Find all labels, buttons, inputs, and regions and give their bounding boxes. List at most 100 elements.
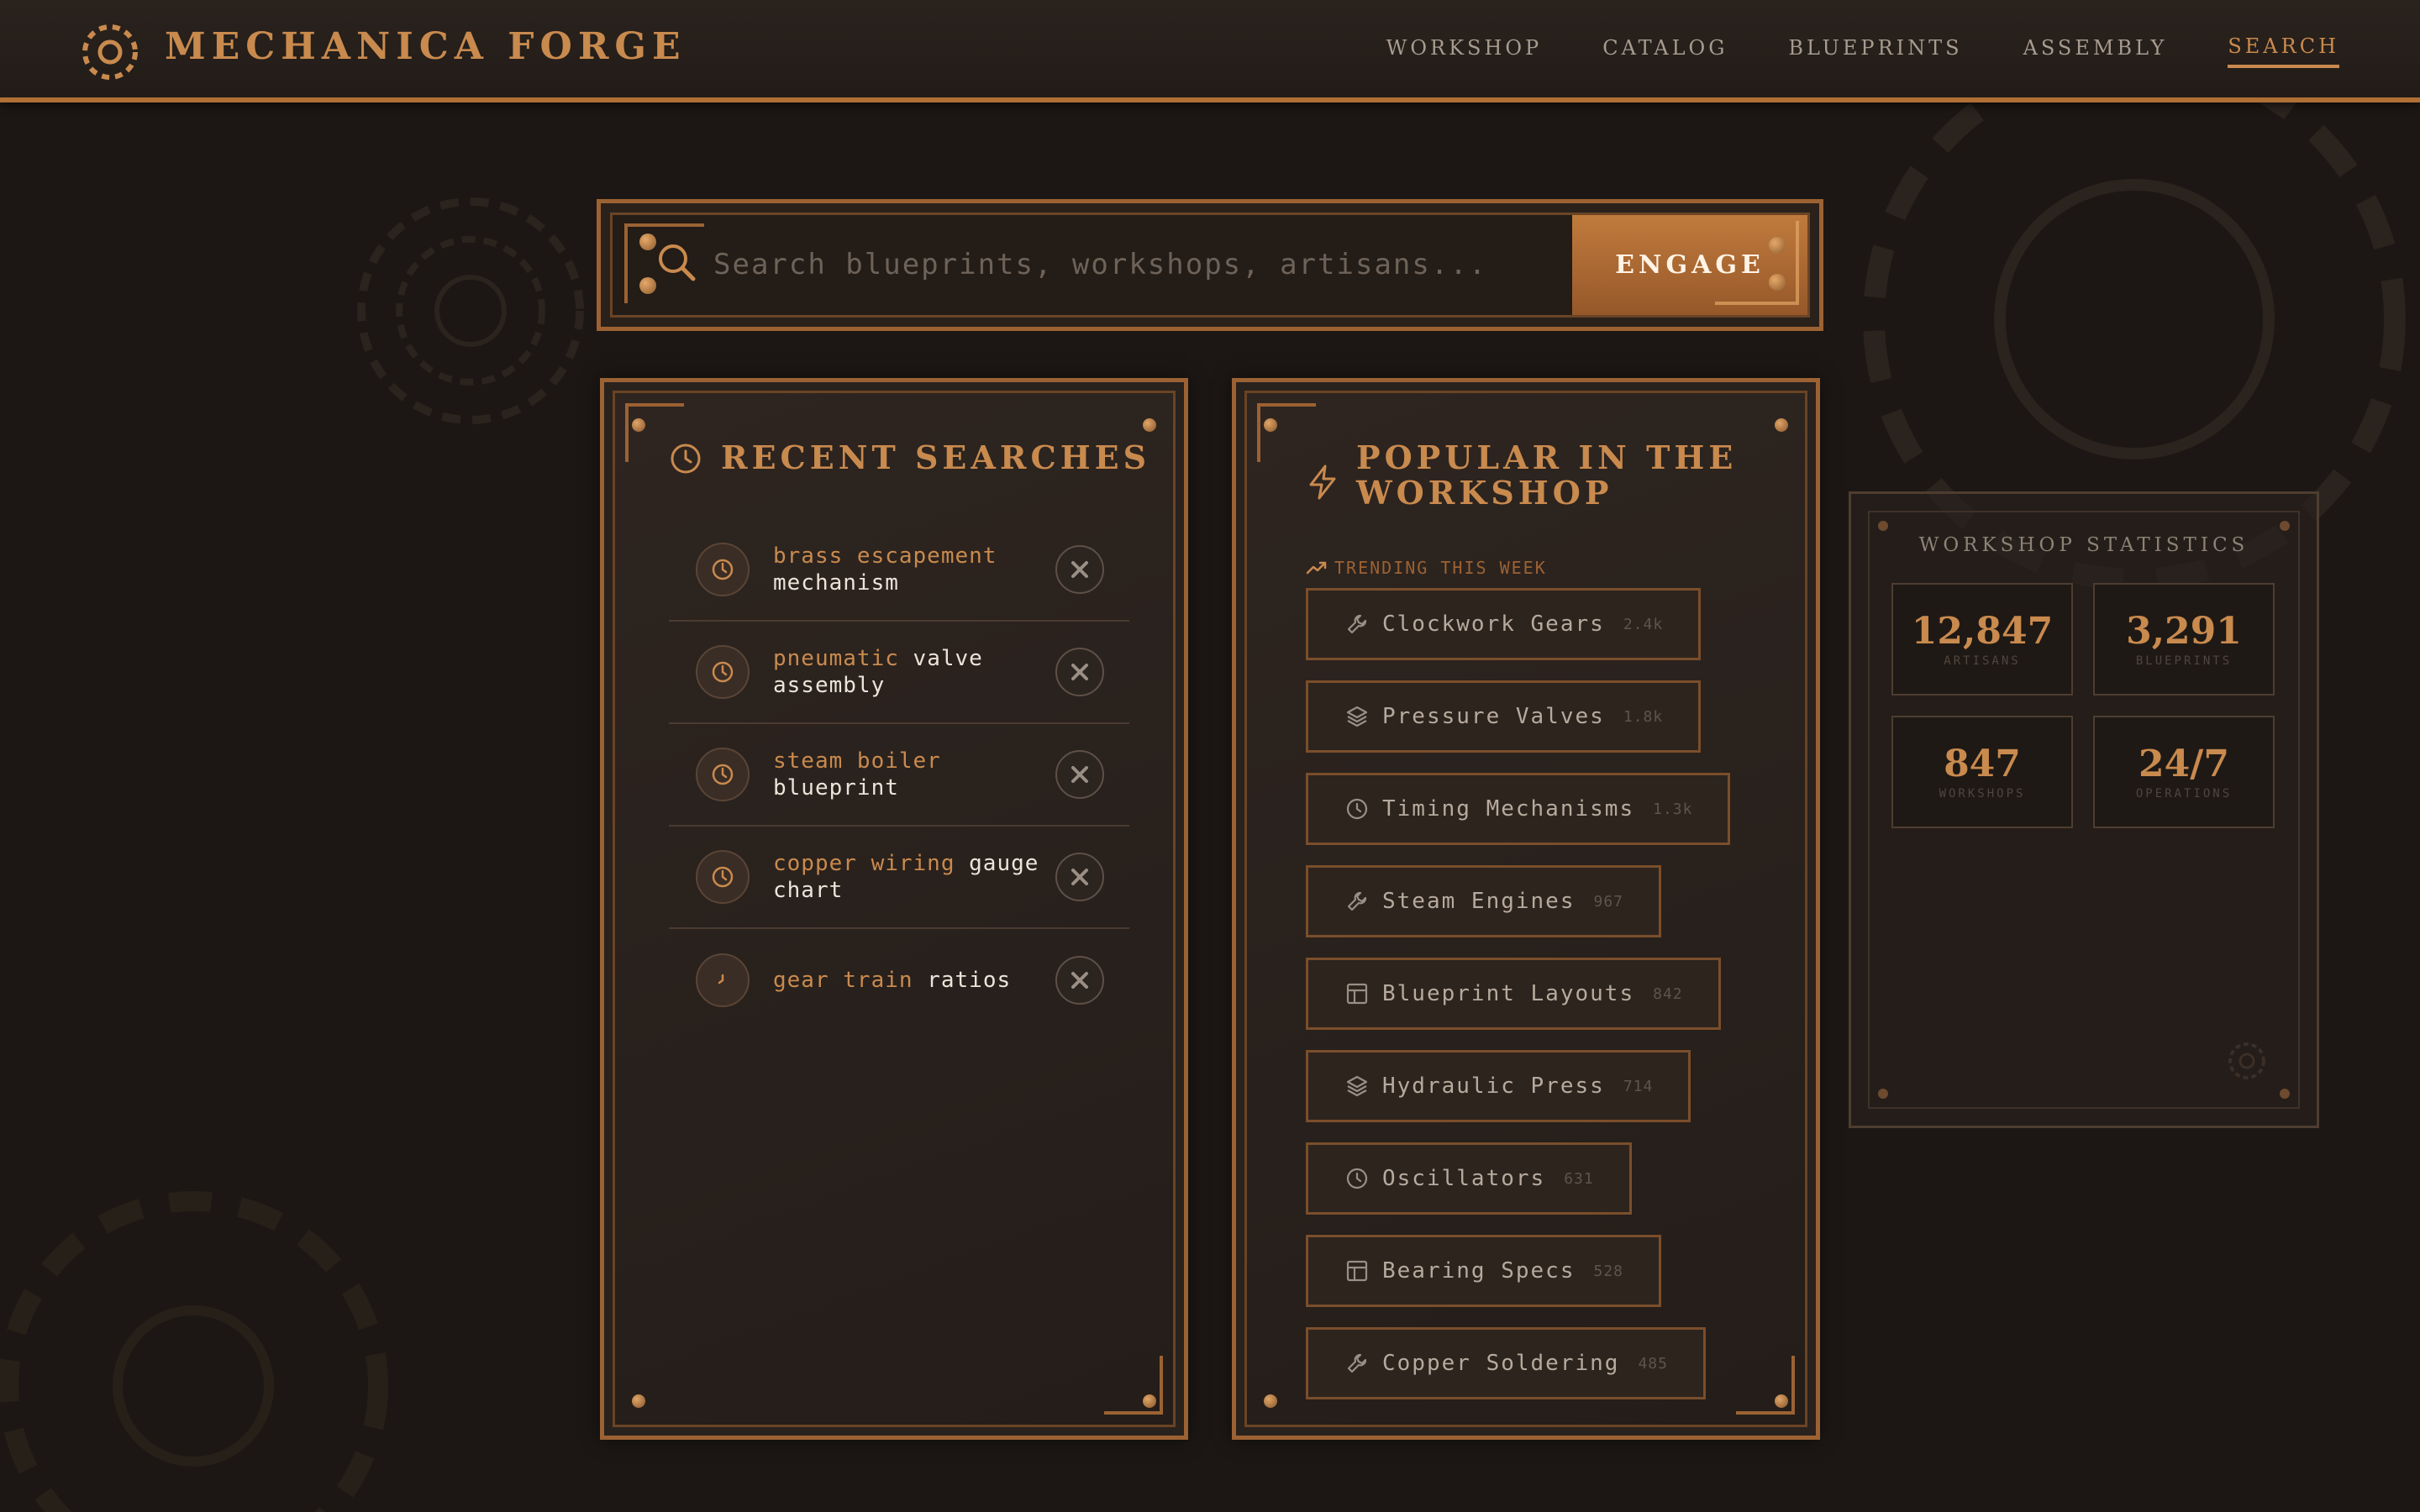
wrench-icon [1347, 614, 1367, 634]
popular-chip-label: Bearing Specs [1382, 1258, 1576, 1284]
nav-catalog[interactable]: CATALOG [1602, 36, 1728, 66]
stat-label: ARTISANS [1944, 654, 2021, 668]
clock-icon [1346, 798, 1368, 820]
popular-chip[interactable]: Hydraulic Press 714 [1306, 1050, 1691, 1122]
popular-chip-count: 967 [1593, 892, 1624, 911]
engage-button[interactable]: ENGAGE [1572, 215, 1807, 315]
workshop-statistics-title: WORKSHOP STATISTICS [1918, 534, 2249, 556]
nav-assembly[interactable]: ASSEMBLY [2023, 36, 2168, 66]
close-icon [1071, 972, 1088, 989]
recent-search-rest: mechanism [773, 570, 899, 596]
rivet [2280, 1089, 2290, 1099]
recent-search-item[interactable]: pneumatic valve assembly [669, 622, 1129, 724]
popular-chip[interactable]: Copper Soldering 485 [1306, 1327, 1706, 1399]
stat-workshops: 847 WORKSHOPS [1891, 716, 2073, 828]
corner-bracket [1715, 221, 1799, 305]
layout-icon [1346, 983, 1368, 1005]
popular-chip-count: 528 [1593, 1262, 1624, 1280]
popular-chip-label: Blueprint Layouts [1382, 981, 1635, 1006]
recent-search-accent: steam boiler [773, 748, 941, 774]
recent-search-item[interactable]: copper wiring gauge chart [669, 827, 1129, 929]
corner-bracket [1257, 403, 1316, 462]
recent-search-accent: gear train [773, 968, 913, 993]
close-icon [1071, 766, 1088, 783]
stat-value: 12,847 [1911, 610, 2054, 653]
popular-title-line1: POPULAR IN THE [1356, 438, 1738, 476]
rivet [1143, 418, 1156, 432]
workshop-statistics-panel: WORKSHOP STATISTICS 12,847 ARTISANS 3,29… [1849, 491, 2319, 1128]
remove-search-button[interactable] [1055, 648, 1104, 696]
rivet [1264, 1394, 1277, 1408]
rivet [1769, 237, 1786, 254]
remove-search-button[interactable] [1055, 853, 1104, 901]
popular-chip[interactable]: Oscillators 631 [1306, 1142, 1632, 1215]
search-icon [659, 244, 696, 281]
popular-chip[interactable]: Timing Mechanisms 1.3k [1306, 773, 1731, 845]
close-icon [1071, 561, 1088, 578]
popular-chip-count: 1.8k [1623, 707, 1664, 726]
rivet [1264, 418, 1277, 432]
search-field [613, 215, 1572, 315]
stat-label: BLUEPRINTS [2135, 654, 2233, 668]
popular-chip[interactable]: Clockwork Gears 2.4k [1306, 588, 1702, 660]
trending-label-text: TRENDING THIS WEEK [1334, 558, 1547, 578]
remove-search-button[interactable] [1055, 750, 1104, 799]
recent-searches-list: brass escapement mechanism pneumatic val… [669, 519, 1129, 1032]
popular-chip-count: 631 [1564, 1169, 1594, 1188]
rivet [1878, 1089, 1888, 1099]
clock-icon [696, 748, 750, 801]
popular-title: POPULAR IN THE WORKSHOP [1356, 440, 1737, 511]
popular-chip-count: 1.3k [1653, 800, 1693, 818]
recent-searches-panel: RECENT SEARCHES brass escapement mechani… [600, 378, 1188, 1440]
recent-search-text: gear train ratios [773, 967, 1059, 994]
stat-operations: 24/7 OPERATIONS [2093, 716, 2275, 828]
clock-icon [1346, 1168, 1368, 1189]
nav-workshop[interactable]: WORKSHOP [1386, 36, 1543, 66]
trending-label: TRENDING THIS WEEK [1306, 558, 1547, 578]
popular-title-line2: WORKSHOP [1356, 474, 1613, 512]
recent-search-text: pneumatic valve assembly [773, 645, 1042, 699]
rivet [2280, 521, 2290, 531]
main-nav: WORKSHOP CATALOG BLUEPRINTS ASSEMBLY SEA… [1386, 0, 2339, 102]
gear-logo-icon [82, 24, 138, 80]
recent-search-item[interactable]: brass escapement mechanism [669, 519, 1129, 622]
popular-chip[interactable]: Steam Engines 967 [1306, 865, 1662, 937]
popular-chip-count: 842 [1653, 984, 1683, 1003]
recent-searches-title: RECENT SEARCHES [721, 438, 1151, 476]
wrench-icon [1347, 891, 1367, 911]
recent-search-text: copper wiring gauge chart [773, 850, 1042, 904]
recent-search-rest: blueprint [773, 775, 899, 801]
nav-blueprints[interactable]: BLUEPRINTS [1788, 36, 1962, 66]
recent-search-accent: brass escapement [773, 543, 997, 569]
recent-search-item[interactable]: gear train ratios [669, 929, 1129, 1032]
stat-label: OPERATIONS [2135, 787, 2233, 801]
popular-chip[interactable]: Pressure Valves 1.8k [1306, 680, 1702, 753]
popular-chip[interactable]: Blueprint Layouts 842 [1306, 958, 1721, 1030]
wrench-icon [1347, 1353, 1367, 1373]
clock-icon [696, 543, 750, 596]
remove-search-button[interactable] [1055, 956, 1104, 1005]
recent-search-text: steam boiler blueprint [773, 748, 1042, 801]
nav-search[interactable]: SEARCH [2228, 34, 2339, 68]
search-input[interactable] [713, 235, 1537, 294]
popular-chip-label: Pressure Valves [1382, 704, 1605, 729]
remove-search-button[interactable] [1055, 545, 1104, 594]
close-icon [1071, 869, 1088, 885]
popular-chip-label: Hydraulic Press [1382, 1074, 1605, 1099]
recent-search-accent: copper wiring [773, 851, 955, 876]
recent-searches-panel-inner: RECENT SEARCHES brass escapement mechani… [613, 391, 1176, 1427]
search-bar-inner: ENGAGE [610, 213, 1810, 318]
top-header: MECHANICA FORGE WORKSHOP CATALOG BLUEPRI… [0, 0, 2420, 102]
close-icon [1071, 664, 1088, 680]
gear-icon [2228, 1042, 2265, 1079]
stat-label: WORKSHOPS [1939, 787, 2026, 801]
popular-chip[interactable]: Bearing Specs 528 [1306, 1235, 1662, 1307]
popular-chip-label: Clockwork Gears [1382, 612, 1605, 637]
clock-icon [671, 444, 701, 474]
popular-panel: POPULAR IN THE WORKSHOP TRENDING THIS WE… [1232, 378, 1820, 1440]
popular-chip-count: 714 [1623, 1077, 1654, 1095]
rivet [632, 1394, 645, 1408]
rivet [639, 277, 656, 294]
rivet [1769, 274, 1786, 291]
recent-search-item[interactable]: steam boiler blueprint [669, 724, 1129, 827]
